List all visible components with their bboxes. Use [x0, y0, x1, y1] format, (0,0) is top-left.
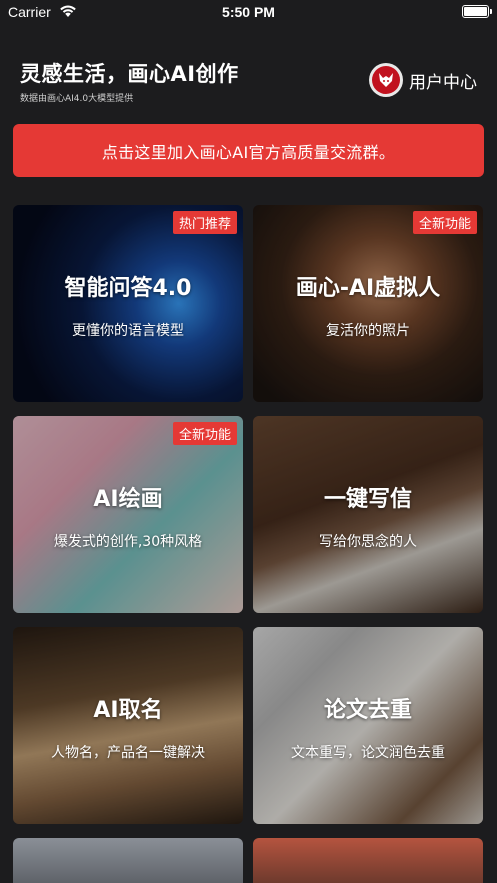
- card-desc: 人物名，产品名一键解决: [51, 744, 205, 761]
- battery-icon: [462, 5, 492, 18]
- page-title: 灵感生活，画心AI创作: [20, 62, 239, 86]
- card-desc: 写给你思念的人: [319, 533, 417, 550]
- card-ai-naming[interactable]: AI取名 人物名，产品名一键解决: [13, 627, 243, 824]
- user-center-label: 用户中心: [409, 72, 477, 93]
- card-title: 智能问答4.0: [64, 275, 192, 301]
- status-bar: Carrier 5:50 PM: [0, 0, 497, 26]
- card-title: 一键写信: [323, 486, 412, 512]
- card-badge: 热门推荐: [172, 211, 237, 234]
- card-title: 论文去重: [323, 697, 412, 723]
- card-badge: 全新功能: [412, 211, 477, 234]
- card-desc: 复活你的照片: [326, 322, 410, 339]
- card-title: AI绘画: [93, 486, 163, 512]
- card-desc: 文本重写，论文润色去重: [291, 744, 445, 761]
- card-partial[interactable]: [13, 838, 243, 883]
- card-image: [253, 838, 483, 883]
- card-title: AI取名: [93, 697, 163, 723]
- card-partial[interactable]: [253, 838, 483, 883]
- fox-icon: [379, 73, 393, 87]
- card-badge: 全新功能: [172, 422, 237, 445]
- card-title: 画心-AI虚拟人: [295, 275, 441, 301]
- page-subtitle: 数据由画心AI4.0大模型提供: [20, 94, 134, 104]
- card-virtual-human[interactable]: 全新功能 画心-AI虚拟人 复活你的照片: [253, 205, 483, 402]
- user-center-button[interactable]: 用户中心: [369, 62, 477, 98]
- status-time: 5:50 PM: [222, 4, 275, 20]
- card-smart-qa[interactable]: 热门推荐 智能问答4.0 更懂你的语言模型: [13, 205, 243, 402]
- avatar: [369, 63, 403, 97]
- card-ai-painting[interactable]: 全新功能 AI绘画 爆发式的创作,30种风格: [13, 416, 243, 613]
- card-desc: 爆发式的创作,30种风格: [53, 533, 203, 550]
- card-paper-rewrite[interactable]: 论文去重 文本重写，论文润色去重: [253, 627, 483, 824]
- card-desc: 更懂你的语言模型: [72, 322, 184, 339]
- card-image: [13, 838, 243, 883]
- card-write-letter[interactable]: 一键写信 写给你思念的人: [253, 416, 483, 613]
- join-group-banner[interactable]: 点击这里加入画心AI官方高质量交流群。: [13, 124, 484, 177]
